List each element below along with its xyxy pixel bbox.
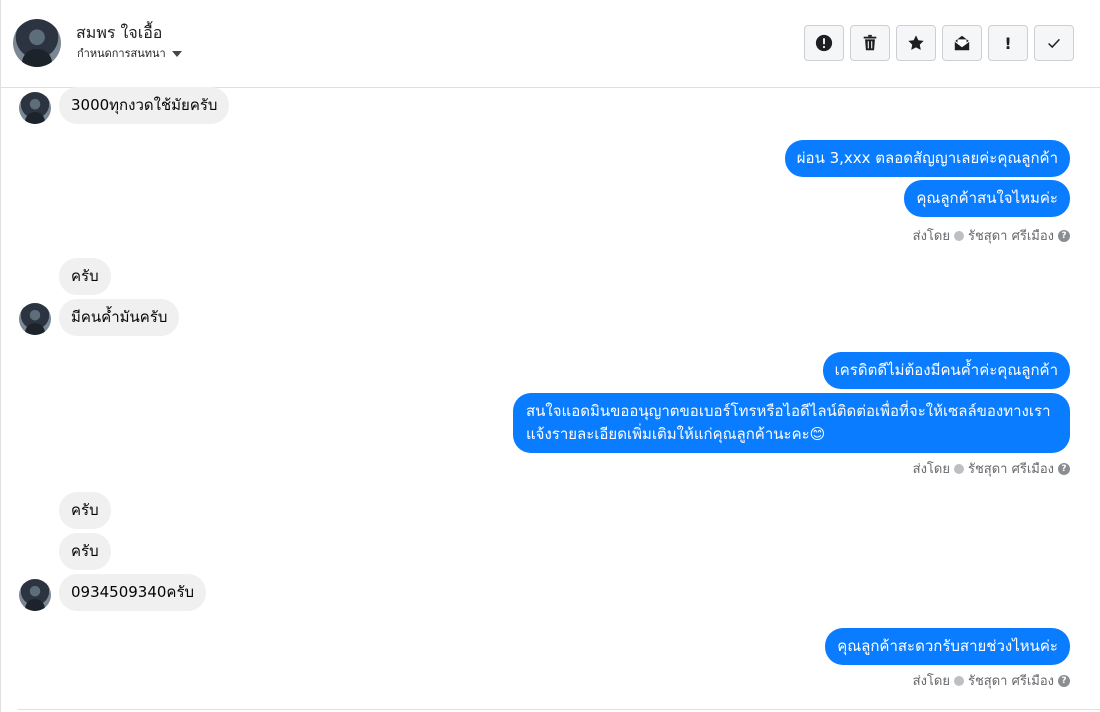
help-icon[interactable]: ? (1058, 229, 1070, 242)
verified-check-icon (953, 230, 964, 241)
assign-conversation-dropdown[interactable]: กำหนดการสนทนา (77, 44, 182, 62)
incoming-message: 0934509340ครับ (59, 574, 207, 611)
delete-button[interactable] (850, 25, 890, 61)
sent-by-prefix: ส่งโดย (912, 674, 950, 689)
sent-by-agent[interactable]: รัชสุดา ศรีเมือง (968, 458, 1054, 479)
check-icon (1048, 38, 1060, 49)
verified-check-icon (953, 463, 964, 474)
sent-by-agent[interactable]: รัชสุดา ศรีเมือง (968, 225, 1054, 246)
outgoing-message: คุณลูกค้าสะดวกรับสายช่วงไหนค่ะ (825, 628, 1070, 665)
header-actions: ! (804, 25, 1074, 61)
sent-by-agent[interactable]: รัชสุดา ศรีเมือง (968, 670, 1054, 691)
chevron-down-icon (171, 50, 182, 57)
contact-name[interactable]: สมพร ใจเอื้อ (76, 21, 162, 46)
sent-by-info: ส่งโดย รัชสุดา ศรีเมือง ? (913, 670, 1070, 691)
outgoing-message-line: แจ้งรายละเอียดเพิ่มเติมให้แก่คุณลูกค้านะ… (526, 425, 826, 443)
sender-avatar[interactable] (19, 92, 51, 124)
help-icon[interactable]: ? (1058, 462, 1070, 475)
incoming-message: ครับ (59, 533, 111, 570)
outgoing-message: เครดิตดีไม่ต้องมีคนค้ำค่ะคุณลูกค้า (822, 352, 1070, 389)
incoming-message: ครับ (59, 258, 111, 295)
conversation-header: สมพร ใจเอื้อ กำหนดการสนทนา ! (0, 0, 1100, 88)
outgoing-message: ผ่อน 3,xxx ตลอดสัญญาเลยค่ะคุณลูกค้า (784, 140, 1070, 177)
sent-by-prefix: ส่งโดย (912, 462, 950, 477)
composer-divider (18, 709, 1100, 710)
mail-icon (954, 35, 970, 51)
incoming-message: มีคนค้ำมันครับ (59, 299, 180, 336)
outgoing-message-line: สนใจแอดมินขออนุญาตขอเบอร์โทรหรือไอดีไลน์… (526, 402, 1051, 420)
mark-done-button[interactable] (1034, 25, 1074, 61)
outgoing-message: คุณลูกค้าสนใจไหมค่ะ (904, 180, 1070, 217)
sent-by-prefix: ส่งโดย (912, 229, 950, 244)
mark-spam-button[interactable] (804, 25, 844, 61)
sent-by-info: ส่งโดย รัชสุดา ศรีเมือง ? (913, 225, 1070, 246)
left-border (0, 0, 1, 712)
sender-avatar[interactable] (19, 579, 51, 611)
star-button[interactable] (896, 25, 936, 61)
assign-label: กำหนดการสนทนา (77, 47, 166, 60)
outgoing-message: สนใจแอดมินขออนุญาตขอเบอร์โทรหรือไอดีไลน์… (513, 393, 1070, 453)
sender-avatar[interactable] (19, 303, 51, 335)
help-icon[interactable]: ? (1058, 674, 1070, 687)
alert-icon (815, 34, 833, 52)
contact-avatar[interactable] (13, 19, 61, 67)
sent-by-info: ส่งโดย รัชสุดา ศรีเมือง ? (913, 458, 1070, 479)
follow-up-button[interactable]: ! (988, 25, 1028, 61)
mark-unread-button[interactable] (942, 25, 982, 61)
trash-icon (863, 34, 877, 51)
star-icon (908, 35, 924, 50)
exclamation-icon: ! (1004, 33, 1012, 53)
incoming-message: ครับ (59, 492, 111, 529)
verified-check-icon (953, 675, 964, 686)
incoming-message: 3000ทุกงวดใช้มัยครับ (59, 87, 230, 124)
